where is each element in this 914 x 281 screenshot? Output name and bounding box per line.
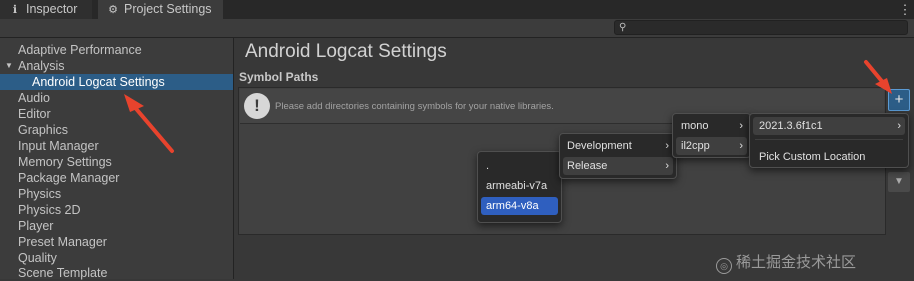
annotation-arrow-add-button — [864, 60, 892, 94]
watermark-text: 稀土掘金技术社区 — [736, 254, 857, 271]
watermark: ◎ 稀土掘金技术社区 — [716, 251, 856, 274]
annotation-arrows — [124, 60, 892, 153]
annotation-arrow-sidebar — [124, 94, 174, 153]
watermark-logo-icon: ◎ — [716, 258, 732, 274]
